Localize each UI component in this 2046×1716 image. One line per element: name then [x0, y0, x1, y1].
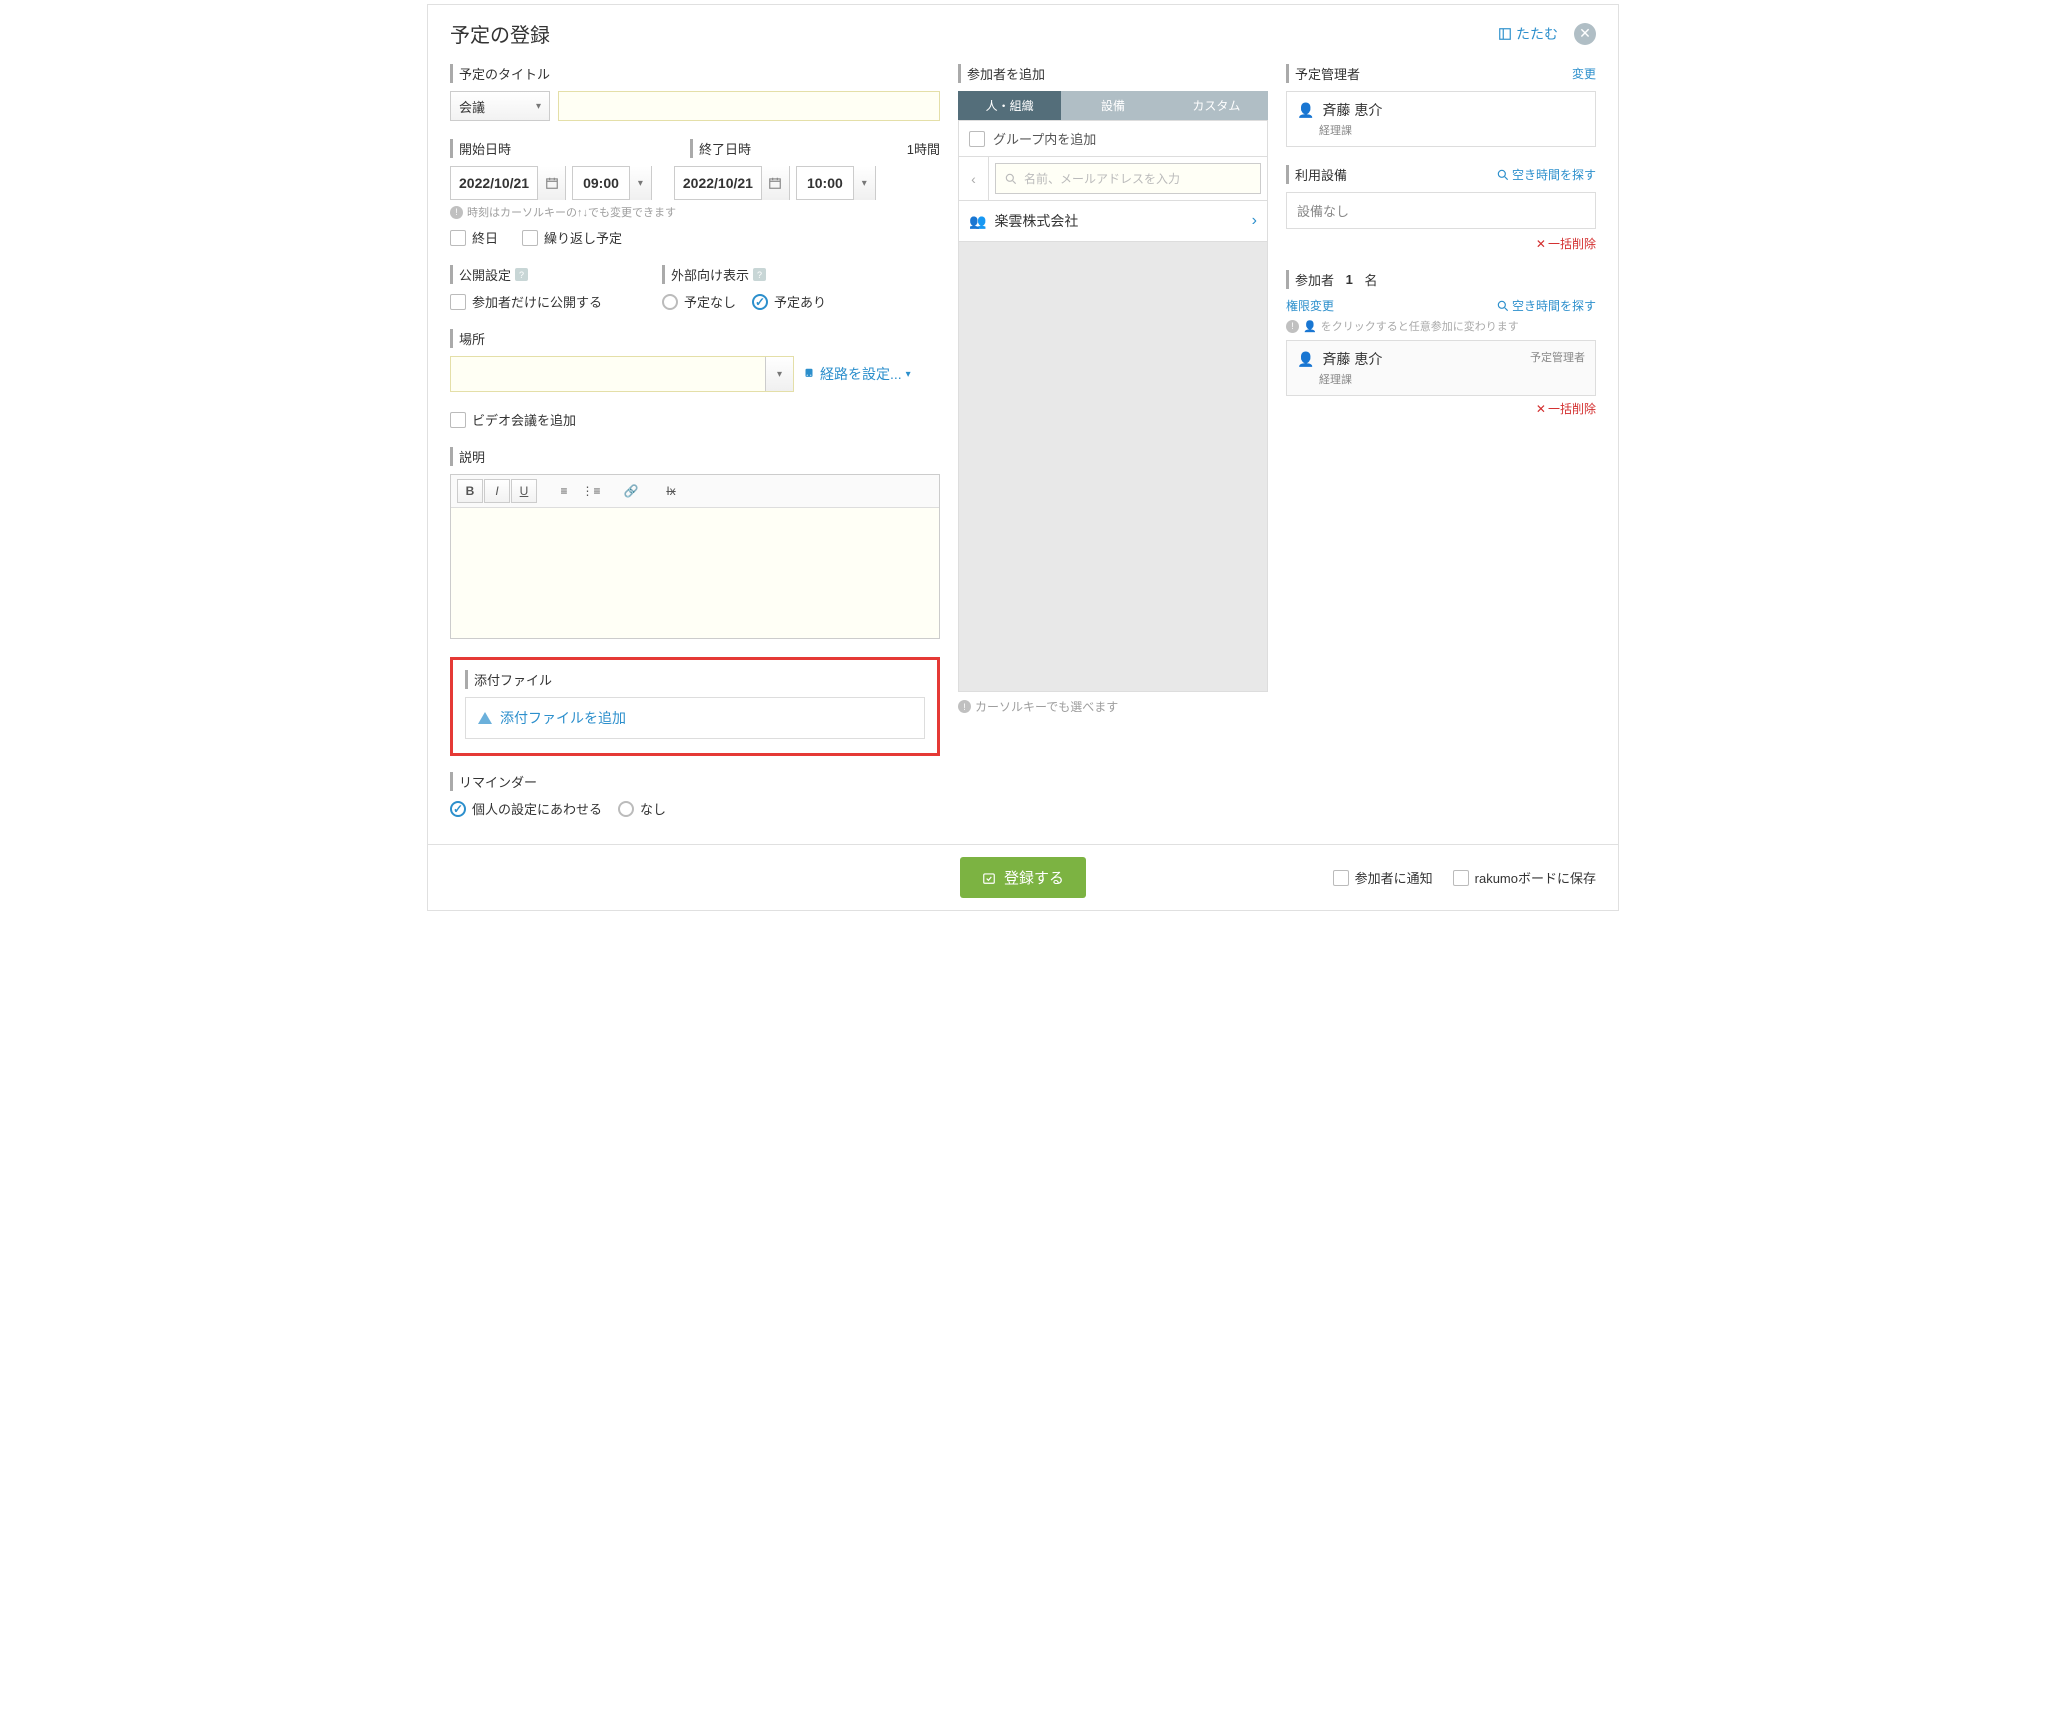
save-board-checkbox[interactable]: rakumoボードに保存: [1453, 868, 1596, 887]
reminder-none-radio[interactable]: なし: [618, 799, 666, 818]
close-button[interactable]: ✕: [1574, 23, 1596, 45]
change-manager-link[interactable]: 変更: [1572, 65, 1596, 82]
reminder-personal-radio[interactable]: 個人の設定にあわせる: [450, 799, 602, 818]
start-time-input[interactable]: 09:00 ▾: [572, 166, 652, 200]
person-icon: 👤: [1297, 351, 1314, 368]
title-label: 予定のタイトル: [450, 64, 940, 83]
close-icon: ✕: [1579, 25, 1591, 42]
attach-label: 添付ファイル: [465, 670, 925, 689]
drive-icon: [478, 712, 492, 724]
manager-card: 👤 斉藤 恵介 経理課: [1286, 91, 1596, 147]
tab-people[interactable]: 人・組織: [958, 91, 1061, 120]
allday-checkbox[interactable]: 終日: [450, 228, 498, 247]
info-icon: !: [1286, 320, 1299, 333]
calendar-icon[interactable]: [537, 166, 565, 200]
participant-list-area: [958, 242, 1268, 692]
external-none-radio[interactable]: 予定なし: [662, 292, 736, 311]
participant-card[interactable]: 👤 斉藤 恵介 経理課 予定管理者: [1286, 340, 1596, 396]
chevron-down-icon[interactable]: ▾: [853, 166, 875, 200]
external-label: 外部向け表示?: [662, 265, 826, 284]
chevron-down-icon: ▾: [536, 101, 541, 112]
back-button[interactable]: ‹: [959, 157, 989, 200]
chevron-down-icon: ▾: [906, 369, 911, 380]
help-icon[interactable]: ?: [515, 268, 528, 281]
add-group-row[interactable]: グループ内を追加: [958, 120, 1268, 157]
help-icon[interactable]: ?: [753, 268, 766, 281]
participant-search-input[interactable]: 名前、メールアドレスを入力: [995, 163, 1261, 194]
close-icon: ✕: [1536, 237, 1546, 251]
chevron-right-icon: ›: [1252, 212, 1257, 230]
page-title: 予定の登録: [450, 19, 550, 48]
attachment-section: 添付ファイル 添付ファイルを追加: [450, 657, 940, 756]
role-badge: 予定管理者: [1530, 349, 1585, 365]
tab-custom[interactable]: カスタム: [1165, 91, 1268, 120]
clear-format-button[interactable]: Ix: [658, 479, 684, 503]
calendar-check-icon: [982, 871, 996, 885]
add-attachment-button[interactable]: 添付ファイルを追加: [465, 697, 925, 739]
person-icon: 👤: [1303, 320, 1317, 333]
participants-label: 参加者 1 名: [1286, 270, 1596, 289]
bulk-delete-participants-link[interactable]: ✕ 一括削除: [1536, 400, 1596, 417]
editor-toolbar: B I U ≡ ⋮≡ 🔗 Ix: [451, 475, 939, 508]
duration-text: 1時間: [907, 139, 940, 158]
train-icon: [802, 367, 816, 381]
unordered-list-button[interactable]: ⋮≡: [578, 479, 604, 503]
bulk-delete-equipment-link[interactable]: ✕ 一括削除: [1536, 235, 1596, 252]
repeat-checkbox[interactable]: 繰り返し予定: [522, 228, 622, 247]
visibility-checkbox[interactable]: 参加者だけに公開する: [450, 292, 602, 311]
manager-label: 予定管理者 変更: [1286, 64, 1596, 83]
reminder-label: リマインダー: [450, 772, 940, 791]
close-icon: ✕: [1536, 402, 1546, 416]
video-checkbox[interactable]: ビデオ会議を追加: [450, 410, 940, 429]
info-icon: !: [958, 700, 971, 713]
start-label: 開始日時: [450, 139, 690, 158]
people-icon: 👥: [969, 213, 986, 230]
external-busy-radio[interactable]: 予定あり: [752, 292, 826, 311]
start-date-input[interactable]: 2022/10/21: [450, 166, 566, 200]
equipment-label: 利用設備 空き時間を探す: [1286, 165, 1596, 184]
search-icon: [1004, 172, 1018, 186]
chevron-left-icon: ‹: [971, 171, 976, 187]
ordered-list-button[interactable]: ≡: [551, 479, 577, 503]
calendar-icon[interactable]: [761, 166, 789, 200]
link-button[interactable]: 🔗: [618, 479, 644, 503]
participants-add-label: 参加者を追加: [958, 64, 1268, 83]
location-label: 場所: [450, 329, 940, 348]
location-input[interactable]: ▾: [450, 356, 794, 392]
bold-button[interactable]: B: [457, 479, 483, 503]
end-time-input[interactable]: 10:00 ▾: [796, 166, 876, 200]
italic-button[interactable]: I: [484, 479, 510, 503]
time-hint: ! 時刻はカーソルキーの↑↓でも変更できます: [450, 204, 940, 220]
collapse-icon: [1498, 27, 1512, 41]
find-free-equipment-link[interactable]: 空き時間を探す: [1496, 166, 1596, 183]
title-input[interactable]: [558, 91, 940, 121]
organization-row[interactable]: 👥 楽雲株式会社 ›: [958, 201, 1268, 242]
description-label: 説明: [450, 447, 940, 466]
event-type-select[interactable]: 会議 ▾: [450, 91, 550, 121]
equipment-card: 設備なし: [1286, 192, 1596, 229]
collapse-button[interactable]: たたむ: [1498, 24, 1558, 44]
search-icon: [1496, 299, 1510, 313]
route-link[interactable]: 経路を設定... ▾: [802, 364, 911, 384]
chevron-down-icon[interactable]: ▾: [629, 166, 651, 200]
underline-button[interactable]: U: [511, 479, 537, 503]
notify-checkbox[interactable]: 参加者に通知: [1333, 868, 1433, 887]
end-date-input[interactable]: 2022/10/21: [674, 166, 790, 200]
person-icon: 👤: [1297, 102, 1314, 119]
visibility-label: 公開設定?: [450, 265, 602, 284]
find-free-participants-link[interactable]: 空き時間を探す: [1496, 297, 1596, 314]
info-icon: !: [450, 206, 463, 219]
cursor-hint: ! カーソルキーでも選べます: [958, 698, 1268, 715]
optional-hint: ! 👤 をクリックすると任意参加に変わります: [1286, 318, 1596, 334]
permission-change-link[interactable]: 権限変更: [1286, 297, 1334, 314]
tab-equipment[interactable]: 設備: [1061, 91, 1164, 120]
register-button[interactable]: 登録する: [960, 857, 1086, 898]
description-editor[interactable]: [451, 508, 939, 638]
chevron-down-icon[interactable]: ▾: [765, 357, 793, 391]
search-icon: [1496, 168, 1510, 182]
end-label: 終了日時 1時間: [690, 139, 940, 158]
